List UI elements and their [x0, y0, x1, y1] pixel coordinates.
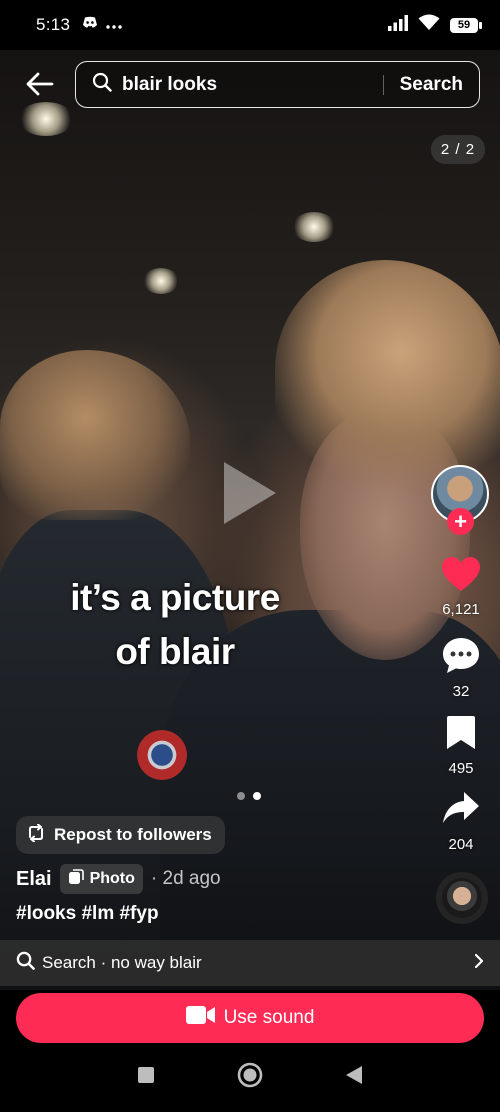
search-icon — [92, 72, 112, 97]
related-search-bar[interactable]: Search · no way blair — [0, 940, 500, 986]
back-button[interactable] — [22, 66, 58, 102]
wifi-icon — [418, 14, 440, 36]
page-counter: 2 / 2 — [431, 135, 485, 164]
repost-button[interactable]: Repost to followers — [16, 816, 225, 854]
share-count: 204 — [448, 836, 474, 853]
ceiling-light — [143, 268, 179, 294]
play-icon[interactable] — [222, 460, 278, 531]
status-time: 5:13 — [36, 15, 71, 34]
signal-icon — [388, 14, 408, 36]
share-icon — [443, 792, 479, 823]
discord-icon — [82, 16, 98, 34]
search-button[interactable]: Search — [384, 74, 479, 96]
sound-disc-avatar[interactable] — [436, 872, 488, 924]
photo-tag-label: Photo — [89, 870, 135, 887]
search-input[interactable]: blair looks — [122, 74, 383, 96]
like-action[interactable]: 6,121 — [428, 556, 494, 618]
photo-caption-line1: it’s a picture — [70, 577, 280, 618]
follow-button[interactable]: + — [447, 508, 474, 535]
photo-tag-icon — [68, 868, 84, 890]
search-icon — [16, 951, 35, 975]
search-bar[interactable]: blair looks Search — [75, 61, 480, 108]
post-time: · 2d ago — [150, 868, 221, 889]
home-icon[interactable] — [237, 1062, 263, 1093]
share-action[interactable]: 204 — [428, 791, 494, 853]
photo-caption-line2: of blair — [115, 631, 235, 672]
author-row: Elai Photo · 2d ago — [16, 864, 221, 894]
ceiling-light — [292, 212, 336, 242]
back-icon[interactable] — [345, 1065, 363, 1090]
carousel-dot — [237, 792, 245, 800]
comment-count: 32 — [452, 683, 470, 700]
more-dots-icon — [106, 16, 122, 34]
photo-tag: Photo — [59, 864, 143, 894]
system-nav-bar — [0, 1043, 500, 1112]
status-bar: 5:13 59 — [0, 0, 500, 50]
hair-right — [275, 260, 500, 490]
chevron-right-icon — [474, 953, 484, 974]
ceiling-light — [18, 102, 74, 136]
author-name[interactable]: Elai — [16, 868, 52, 891]
status-right: 59 — [388, 14, 482, 36]
carousel-dot-active — [253, 792, 261, 800]
use-sound-label: Use sound — [223, 1007, 315, 1028]
hair-left — [0, 350, 190, 520]
repost-icon — [26, 823, 46, 847]
heart-icon — [442, 557, 480, 591]
notification-icons — [82, 16, 122, 34]
jacket-patch — [137, 730, 187, 780]
related-search-text: Search · no way blair — [42, 953, 202, 972]
comment-icon — [443, 638, 479, 673]
carousel-dots — [237, 792, 261, 800]
arrow-left-icon — [26, 72, 54, 96]
like-count: 6,121 — [442, 601, 480, 618]
comment-action[interactable]: 32 — [428, 636, 494, 700]
video-camera-icon — [185, 1005, 216, 1031]
bookmark-icon — [447, 716, 475, 749]
use-sound-button[interactable]: Use sound — [16, 993, 484, 1043]
save-count: 495 — [448, 760, 474, 777]
battery-icon: 59 — [450, 17, 482, 33]
repost-label: Repost to followers — [54, 825, 212, 844]
hashtags[interactable]: #looks #lm #fyp — [16, 903, 159, 925]
recents-icon[interactable] — [137, 1066, 155, 1089]
save-action[interactable]: 495 — [428, 715, 494, 777]
